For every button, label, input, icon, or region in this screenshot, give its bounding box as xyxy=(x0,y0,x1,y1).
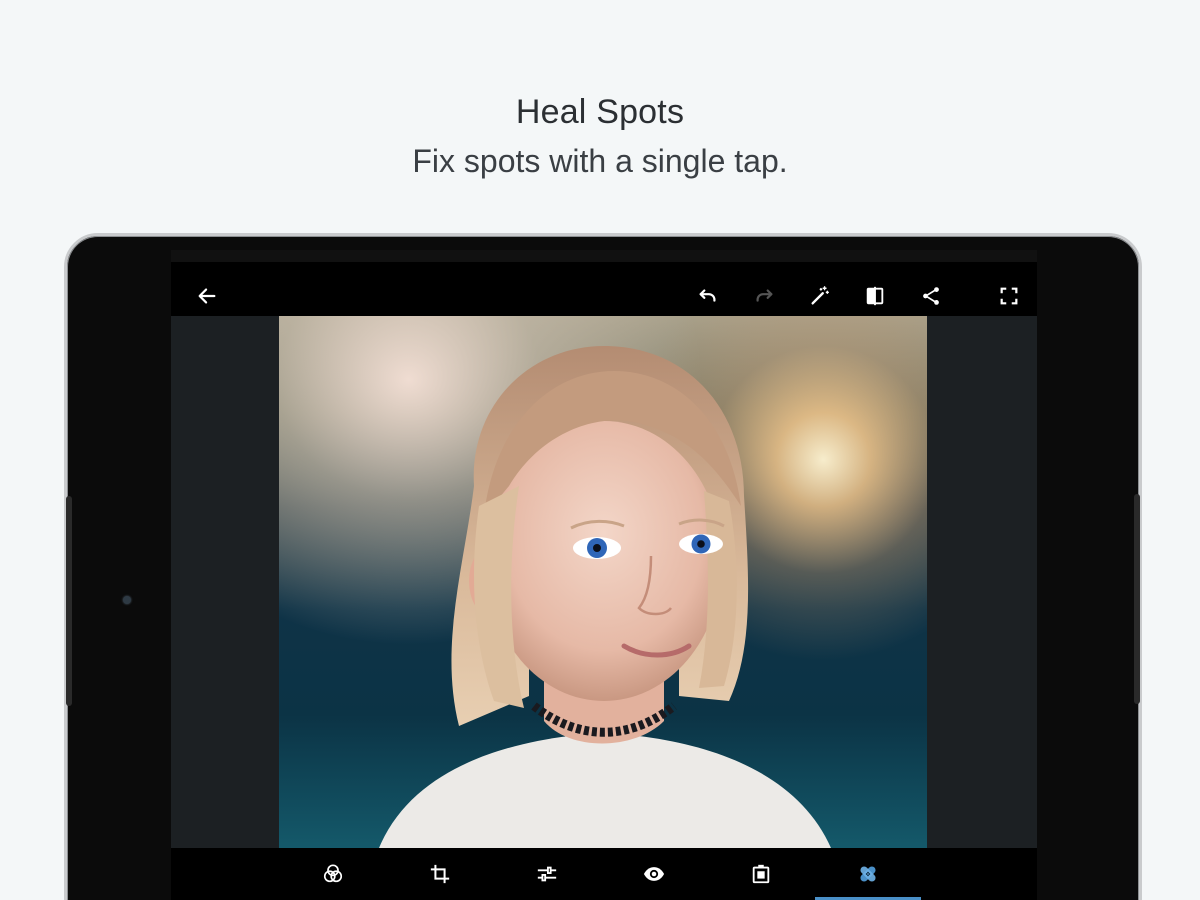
undo-button[interactable] xyxy=(688,276,728,316)
crop-tool[interactable] xyxy=(387,848,493,900)
promo-header: Heal Spots Fix spots with a single tap. xyxy=(0,92,1200,180)
edited-photo[interactable] xyxy=(279,316,927,848)
red-eye-icon xyxy=(643,867,665,881)
app-screen xyxy=(171,250,1037,900)
tablet-device xyxy=(64,233,1142,900)
redo-button[interactable] xyxy=(744,276,784,316)
back-button[interactable] xyxy=(187,276,227,316)
back-arrow-icon xyxy=(198,288,216,304)
adjustments-icon xyxy=(537,866,557,882)
promo-title: Heal Spots xyxy=(515,93,685,131)
fullscreen-icon xyxy=(1000,287,1018,305)
spot-heal-tool[interactable] xyxy=(815,848,921,900)
tablet-side-button-left xyxy=(66,496,72,706)
status-bar xyxy=(171,250,1037,262)
tablet-side-button-right xyxy=(1134,494,1140,704)
fullscreen-button[interactable] xyxy=(989,276,1029,316)
share-button[interactable] xyxy=(911,276,951,316)
frame-tool[interactable] xyxy=(708,848,814,900)
looks-icon xyxy=(323,864,343,883)
looks-tool[interactable] xyxy=(280,848,386,900)
auto-fix-button[interactable] xyxy=(800,276,840,316)
promo-subtitle: Fix spots with a single tap. xyxy=(412,143,788,179)
undo-icon xyxy=(699,289,716,302)
redo-icon xyxy=(756,289,773,302)
editor-bottom-toolbar xyxy=(171,848,1037,900)
frame-icon xyxy=(752,864,770,884)
magic-wand-icon xyxy=(811,286,829,305)
share-icon xyxy=(923,287,939,305)
spot-heal-icon xyxy=(860,866,876,882)
compare-icon xyxy=(866,286,884,306)
crop-icon xyxy=(430,864,450,884)
portrait-illustration xyxy=(379,346,831,848)
adjustments-tool[interactable] xyxy=(494,848,600,900)
editor-top-toolbar xyxy=(171,276,1037,316)
front-camera xyxy=(123,596,131,604)
compare-button[interactable] xyxy=(855,276,895,316)
red-eye-tool[interactable] xyxy=(601,848,707,900)
editor-canvas[interactable] xyxy=(171,316,1037,848)
